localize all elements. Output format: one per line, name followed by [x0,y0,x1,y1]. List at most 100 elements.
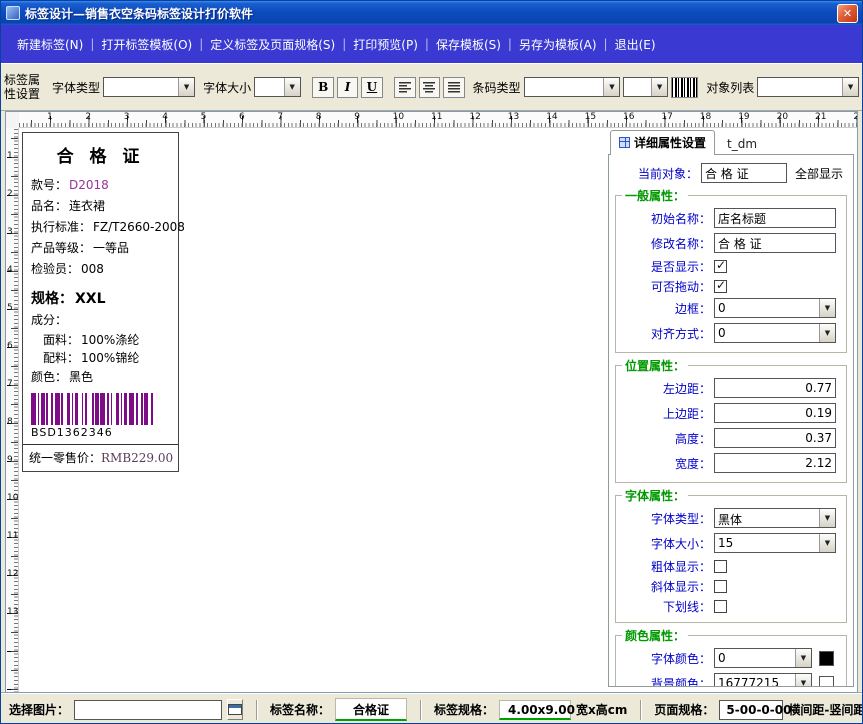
label-preview[interactable]: 合 格 证 款号：D2018品名：连衣裙执行标准：FZ/T2660-2008产品… [22,132,179,472]
align-left-button[interactable] [394,77,415,98]
ruler-number: 9 [354,112,360,122]
ruler-number: 1 [7,151,13,161]
tab-detailed-properties[interactable]: 详细属性设置 [610,130,715,155]
barcode-image[interactable] [31,393,159,425]
ruler-number: 8 [7,417,13,427]
label-field[interactable]: 执行标准：FZ/T2660-2008 [23,217,178,238]
titlebar: 标签设计—销售衣空条码标签设计打价软件 ✕ [1,1,862,25]
insert-barcode-button[interactable] [671,77,698,98]
label-field[interactable]: 颜色：黑色 [23,367,178,388]
chevron-down-icon[interactable]: ▼ [842,78,858,96]
italic-checkbox[interactable] [714,580,727,593]
toolbar: 标签属 性设置 字体类型 ▼ 字体大小 ▼ B I U 条码类型 ▼ [1,63,862,111]
font-type-label: 字体类型 [52,79,100,96]
font-properties-group: 字体属性： 字体类型： 黑体 ▼ 字体大小： 15 ▼ [615,495,847,623]
label-field[interactable]: 成分： [23,310,178,331]
initial-name-input[interactable] [714,208,836,228]
modified-name-input[interactable] [714,233,836,253]
barcode-type-combo[interactable]: ▼ [524,77,621,97]
label-title[interactable]: 合 格 证 [23,142,178,167]
menu-item[interactable]: 打印预览(P) [347,36,424,53]
position-properties-group: 位置属性： 左边距： 上边距： 高度： 宽度： [615,365,847,483]
italic-button[interactable]: I [337,77,358,98]
chevron-down-icon[interactable]: ▼ [651,78,667,96]
tab-label: 详细属性设置 [634,134,706,151]
group-title-general: 一般属性： [622,187,688,204]
tab-t-dm[interactable]: t_dm [715,133,769,155]
window-title: 标签设计—销售衣空条码标签设计打价软件 [25,5,837,22]
chevron-down-icon[interactable]: ▼ [819,324,835,342]
chevron-down-icon[interactable]: ▼ [603,78,619,96]
width-input[interactable] [714,453,836,473]
menu-item[interactable]: 定义标签及页面规格(S) [204,36,341,53]
current-object-input[interactable] [701,163,787,183]
chevron-down-icon[interactable]: ▼ [795,649,811,667]
underline-display-label: 下划线： [616,598,711,615]
border-combo[interactable]: 0 ▼ [714,298,836,318]
label-field[interactable]: 产品等级：一等品 [23,238,178,259]
bg-color-combo[interactable]: 16777215 ▼ [714,673,812,687]
left-margin-input[interactable] [714,378,836,398]
draggable-checkbox[interactable] [714,280,727,293]
vertical-ruler: 12345678910111213 [6,128,19,692]
menubar: 新建标签(N)|打开标签模板(O)|定义标签及页面规格(S)|打印预览(P)|保… [1,25,862,63]
ruler-number: 10 [393,112,404,122]
chevron-down-icon[interactable]: ▼ [795,674,811,687]
label-name-field[interactable]: 合格证 [335,698,407,721]
chevron-down-icon[interactable]: ▼ [284,78,300,96]
menu-item[interactable]: 退出(E) [609,36,662,53]
image-path-input[interactable] [74,700,222,720]
underline-checkbox[interactable] [714,600,727,613]
label-field[interactable]: 配料：100%锦纶 [23,349,178,367]
height-input[interactable] [714,428,836,448]
ruler-number: 11 [431,112,442,122]
app-window: 标签设计—销售衣空条码标签设计打价软件 ✕ 新建标签(N)|打开标签模板(O)|… [0,0,863,724]
top-margin-input[interactable] [714,403,836,423]
object-list-combo[interactable]: ▼ [757,77,859,97]
label-size-field[interactable]: 4.00x9.00 [499,700,571,720]
align-combo[interactable]: 0 ▼ [714,323,836,343]
chevron-down-icon[interactable]: ▼ [819,299,835,317]
price-value: RMB229.00 [101,451,173,465]
menu-item[interactable]: 打开标签模板(O) [95,36,198,53]
ruler-number: 21 [815,112,826,122]
bg-color-swatch[interactable] [819,676,834,688]
ruler-number: 20 [777,112,788,122]
label-field[interactable]: 品名：连衣裙 [23,196,178,217]
font-size-combo[interactable]: ▼ [254,77,301,97]
label-field[interactable]: 检验员：008 [23,259,178,280]
label-field[interactable]: 款号：D2018 [23,175,178,196]
font-size-prop-combo[interactable]: 15 ▼ [714,533,836,553]
show-all-button[interactable]: 全部显示 [795,165,843,182]
browse-image-button[interactable] [227,699,243,720]
align-justify-button[interactable] [443,77,464,98]
select-image-label: 选择图片： [9,701,69,718]
chevron-down-icon[interactable]: ▼ [819,509,835,527]
underline-button[interactable]: U [361,77,382,98]
menu-item[interactable]: 另存为模板(A) [513,36,603,53]
grid-icon [619,137,630,148]
menu-item[interactable]: 保存模板(S) [430,36,507,53]
bold-checkbox[interactable] [714,560,727,573]
font-type-prop-combo[interactable]: 黑体 ▼ [714,508,836,528]
font-color-swatch[interactable] [819,651,834,666]
barcode-text[interactable]: BSD1362346 [23,426,178,440]
font-color-combo[interactable]: 0 ▼ [714,648,812,668]
chevron-down-icon[interactable]: ▼ [819,534,835,552]
barcode-sub-combo[interactable]: ▼ [623,77,668,97]
label-field-name: 颜色： [31,370,67,384]
price-row[interactable]: 统一零售价：RMB229.00 [23,444,178,471]
chevron-down-icon[interactable]: ▼ [178,78,194,96]
ruler-number: 4 [162,112,168,122]
menu-item[interactable]: 新建标签(N) [11,36,89,53]
font-type-prop-label: 字体类型： [616,510,711,527]
align-center-button[interactable] [419,77,440,98]
label-field[interactable]: 规格：XXL [23,289,178,310]
ruler-number: 12 [7,569,18,579]
page-size-field[interactable]: 5-00-0-00 [719,700,783,720]
visible-checkbox[interactable] [714,260,727,273]
bold-button[interactable]: B [312,77,333,98]
close-button[interactable]: ✕ [837,4,858,23]
label-field[interactable]: 面料：100%涤纶 [23,331,178,349]
font-type-combo[interactable]: ▼ [103,77,195,97]
